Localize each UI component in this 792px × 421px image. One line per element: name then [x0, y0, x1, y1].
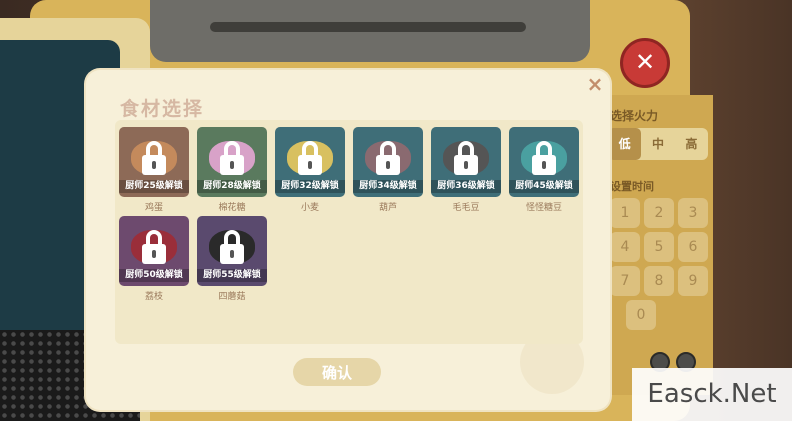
ingredient-card[interactable]: 厨师36级解锁	[431, 127, 501, 197]
key-4[interactable]: 4	[610, 232, 640, 262]
lock-icon	[532, 141, 556, 177]
ingredient-item[interactable]: 厨师28级解锁 棉花糖	[197, 127, 269, 213]
lock-icon	[142, 141, 166, 177]
ingredient-item[interactable]: 厨师32级解锁 小麦	[275, 127, 347, 213]
unlock-requirement: 厨师36级解锁	[431, 180, 501, 193]
key-3[interactable]: 3	[678, 198, 708, 228]
fire-mid-button[interactable]: 中	[641, 128, 674, 160]
ingredient-card[interactable]: 厨师28级解锁	[197, 127, 267, 197]
ingredient-item[interactable]: 厨师36级解锁 毛毛豆	[431, 127, 503, 213]
unlock-requirement: 厨师25级解锁	[119, 180, 189, 193]
key-2[interactable]: 2	[644, 198, 674, 228]
ingredient-name: 鸡蛋	[144, 203, 163, 213]
lock-icon	[142, 230, 166, 266]
ingredient-card[interactable]: 厨师55级解锁	[197, 216, 267, 286]
confirm-button[interactable]: 确认	[293, 358, 381, 386]
machine-slot	[210, 22, 526, 32]
key-1[interactable]: 1	[610, 198, 640, 228]
fire-low-button[interactable]: 低	[608, 128, 642, 160]
lock-icon	[220, 230, 244, 266]
ingredient-name: 荔枝	[144, 292, 163, 302]
machine-close-button[interactable]: ✕	[620, 38, 670, 88]
ingredient-item[interactable]: 厨师50级解锁 荔枝	[119, 216, 191, 302]
lock-icon	[220, 141, 244, 177]
key-9[interactable]: 9	[678, 266, 708, 296]
key-0[interactable]: 0	[626, 300, 656, 330]
lock-icon	[454, 141, 478, 177]
fire-label: 选择火力	[610, 109, 659, 123]
ingredient-item[interactable]: 厨师25级解锁 鸡蛋	[119, 127, 191, 213]
ingredient-card[interactable]: 厨师32级解锁	[275, 127, 345, 197]
ingredient-name: 怪怪糖豆	[525, 203, 562, 213]
lock-icon	[298, 141, 322, 177]
watermark: Easck.Net	[632, 368, 792, 421]
lock-icon	[376, 141, 400, 177]
time-label: 设置时间	[610, 180, 654, 193]
unlock-requirement: 厨师32级解锁	[275, 180, 345, 193]
ingredient-item[interactable]: 厨师45级解锁 怪怪糖豆	[509, 127, 581, 213]
fire-selector: 低 中 高	[608, 128, 708, 160]
ingredient-card[interactable]: 厨师45级解锁	[509, 127, 579, 197]
ingredient-name: 小麦	[300, 203, 319, 213]
ingredient-name: 四蘑菇	[218, 292, 246, 302]
ingredient-card[interactable]: 厨师25级解锁	[119, 127, 189, 197]
ingredient-item[interactable]: 厨师55级解锁 四蘑菇	[197, 216, 269, 302]
ingredient-item[interactable]: 厨师34级解锁 葫芦	[353, 127, 425, 213]
unlock-requirement: 厨师55级解锁	[197, 269, 267, 282]
unlock-requirement: 厨师50级解锁	[119, 269, 189, 282]
key-8[interactable]: 8	[644, 266, 674, 296]
dialog-close-button[interactable]: ×	[580, 70, 610, 100]
ingredient-name: 葫芦	[378, 203, 397, 213]
unlock-requirement: 厨师34级解锁	[353, 180, 423, 193]
unlock-requirement: 厨师28级解锁	[197, 180, 267, 193]
ingredient-card[interactable]: 厨师50级解锁	[119, 216, 189, 286]
dialog-title: 食材选择	[120, 98, 205, 120]
ingredient-name: 棉花糖	[218, 203, 246, 213]
key-6[interactable]: 6	[678, 232, 708, 262]
key-5[interactable]: 5	[644, 232, 674, 262]
fire-high-button[interactable]: 高	[675, 128, 708, 160]
unlock-requirement: 厨师45级解锁	[509, 180, 579, 193]
ingredient-card[interactable]: 厨师34级解锁	[353, 127, 423, 197]
key-7[interactable]: 7	[610, 266, 640, 296]
ingredient-name: 毛毛豆	[452, 203, 480, 213]
